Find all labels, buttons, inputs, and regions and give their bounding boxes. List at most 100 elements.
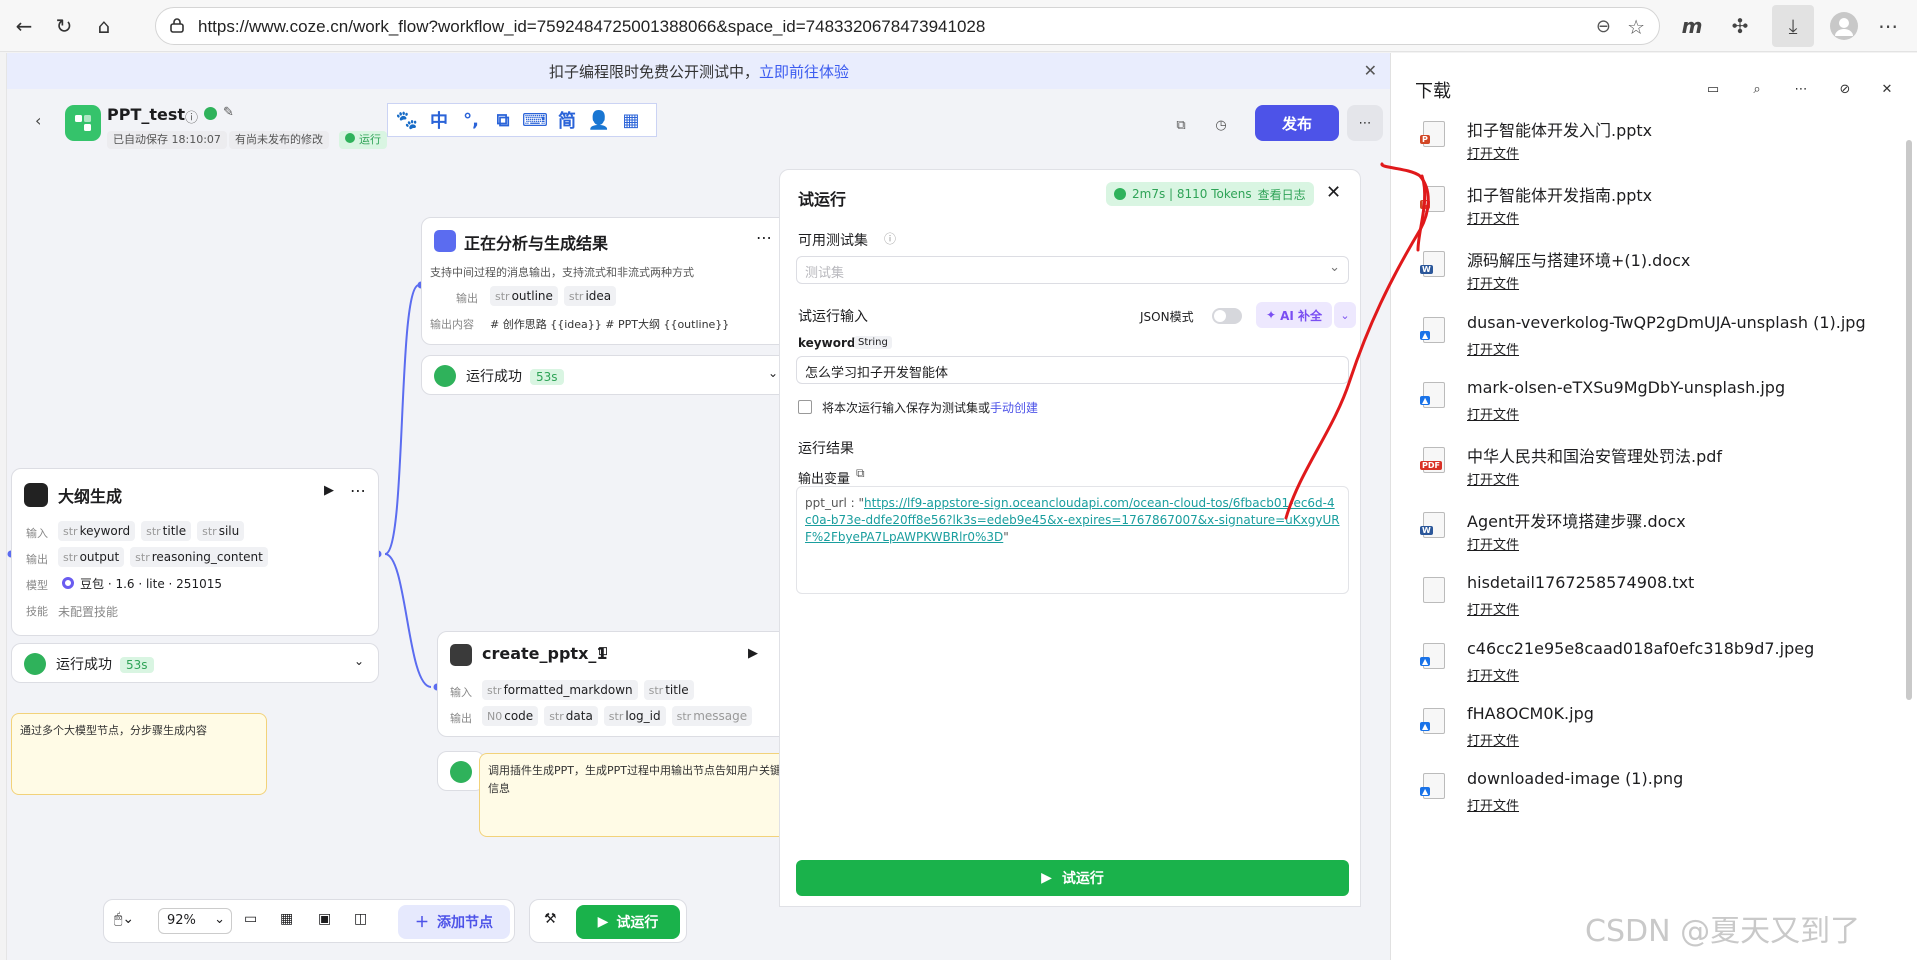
analyze-run-result[interactable]: 运行成功 53s ⌄ [421,355,793,395]
downloads-icon[interactable]: ⤓ [1772,5,1814,47]
open-file-link[interactable]: 打开文件 [1467,143,1519,162]
download-filename[interactable]: fHA8OCM0K.jpg [1467,704,1594,723]
open-file-link[interactable]: 打开文件 [1467,469,1519,488]
download-filename[interactable]: 扣子智能体开发指南.pptx [1467,182,1652,206]
search-icon[interactable]: ⌕ [1741,73,1773,105]
unpin-icon[interactable]: ⊘ [1829,73,1861,105]
node-title: create_pptx_1 [482,644,608,663]
add-node-button[interactable]: ＋添加节点 [398,905,510,939]
output-var: str outline [490,286,558,306]
open-file-link[interactable]: 打开文件 [1467,339,1519,358]
download-filename[interactable]: c46cc21e95e8caad018af0efc318b9d7.jpeg [1467,639,1814,658]
more-icon[interactable]: ⋯ [1785,73,1817,105]
open-file-link[interactable]: 打开文件 [1467,795,1519,814]
chevron-down-icon[interactable]: ⌄ [768,366,778,380]
download-filename[interactable]: 扣子智能体开发入门.pptx [1467,117,1652,141]
open-file-link[interactable]: 打开文件 [1467,730,1519,749]
download-filename[interactable]: mark-olsen-eTXSu9MgDbY-unsplash.jpg [1467,378,1785,397]
downloads-scrollbar[interactable] [1906,140,1912,700]
folder-icon[interactable]: ▭ [1697,73,1729,105]
output-node-icon [434,230,456,252]
browser-toolbar: ← ↻ ⌂ https://www.coze.cn/work_flow?work… [0,0,1917,52]
zoom-out-icon[interactable]: ⊖ [1596,16,1611,37]
open-file-link[interactable]: 打开文件 [1467,404,1519,423]
download-item[interactable]: W 源码解压与搭建环境+(1).docx 打开文件 [1413,247,1893,309]
comment-icon[interactable]: ▭ [244,911,257,927]
open-file-link[interactable]: 打开文件 [1467,534,1519,553]
canvas-run-button[interactable]: ▶ 试运行 [576,905,680,939]
extensions-puzzle-icon[interactable]: ✣ [1724,10,1756,42]
keyword-input[interactable]: 怎么学习扣子开发智能体 [796,356,1349,384]
run-input-label: 试运行输入 [798,309,868,325]
layout-grid-icon[interactable]: ▦ [280,911,293,927]
extension-m-icon[interactable]: m [1676,10,1708,42]
download-filename[interactable]: dusan-veverkolog-TwQP2gDmUJA-unsplash (1… [1467,313,1866,332]
download-item[interactable]: PDF 中华人民共和国治安管理处罚法.pdf 打开文件 [1413,443,1893,505]
success-check-icon [434,365,456,387]
address-bar[interactable]: https://www.coze.cn/work_flow?workflow_i… [155,7,1660,45]
download-item[interactable]: P 扣子智能体开发入门.pptx 打开文件 [1413,117,1893,179]
debug-tool-icon[interactable]: ⚒ [544,911,557,927]
open-file-link[interactable]: 打开文件 [1467,273,1519,292]
run-status: 运行成功 53s [466,366,564,386]
copy-icon[interactable]: ⧉ [856,466,865,481]
chevron-down-icon[interactable]: ⌄ [354,654,364,668]
download-filename[interactable]: 中华人民共和国治安管理处罚法.pdf [1467,443,1722,467]
mouse-mode-icon[interactable]: 🖱⌄ [114,911,134,927]
download-item[interactable]: ▲ fHA8OCM0K.jpg 打开文件 [1413,704,1893,766]
node-create-pptx[interactable]: create_pptx_1 ⊡ ▶ 输入 str formatted_markdo… [437,631,797,737]
manual-create-link[interactable]: 手动创建 [990,401,1038,415]
node-more-icon[interactable]: ⋯ [350,481,366,500]
download-filename[interactable]: Agent开发环境搭建步骤.docx [1467,508,1686,532]
pptx-run-result[interactable] [437,751,485,791]
profile-avatar[interactable] [1828,10,1860,42]
download-item[interactable]: hisdetail1767258574908.txt 打开文件 [1413,573,1893,635]
play-icon[interactable]: ▶ [324,483,334,498]
open-file-link[interactable]: 打开文件 [1467,208,1519,227]
download-filename[interactable]: downloaded-image (1).png [1467,769,1683,788]
open-file-link[interactable]: 打开文件 [1467,665,1519,684]
more-menu-icon[interactable]: ⋯ [1872,10,1904,42]
minimap-icon[interactable]: ◫ [354,911,367,927]
testset-select[interactable]: 测试集 ⌄ [796,256,1349,284]
url-text: https://www.coze.cn/work_flow?workflow_i… [198,17,986,36]
node-analyze[interactable]: 正在分析与生成结果 ⋯ 支持中间过程的消息输出，支持流式和非流式两种方式 输出 … [421,217,793,345]
run-button[interactable]: ▶ 试运行 [796,860,1349,896]
copy-icon[interactable]: ⧉ [1167,111,1195,139]
download-item[interactable]: ▲ mark-olsen-eTXSu9MgDbY-unsplash.jpg 打开文件 [1413,378,1893,440]
close-icon[interactable]: ✕ [1364,61,1377,80]
publish-button[interactable]: 发布 [1255,105,1339,141]
image-icon[interactable]: ▣ [318,911,331,927]
save-testset-text: 将本次运行输入保存为测试集或手动创建 [822,401,1039,415]
download-filename[interactable]: 源码解压与搭建环境+(1).docx [1467,247,1690,271]
output-vars: str outline str idea [490,286,622,306]
panel-title: 试运行 [798,190,847,209]
download-filename[interactable]: hisdetail1767258574908.txt [1467,573,1694,592]
save-testset-checkbox[interactable] [798,400,812,414]
back-icon[interactable]: ← [8,10,40,42]
input-var: str keyword [58,521,136,541]
outline-run-result[interactable]: 运行成功 53s ⌄ [11,643,379,683]
comment-note[interactable]: 通过多个大模型节点，分步骤生成内容 [11,713,267,795]
info-icon[interactable]: ⓘ [884,230,896,247]
history-icon[interactable]: ◷ [1207,111,1235,139]
download-item[interactable]: ▲ downloaded-image (1).png 打开文件 [1413,769,1893,831]
close-icon[interactable]: ✕ [1871,73,1903,105]
home-icon[interactable]: ⌂ [88,10,120,42]
json-mode-toggle[interactable] [1212,308,1242,324]
more-options-icon[interactable]: ⋯ [1347,105,1383,141]
node-outline[interactable]: 大纲生成 ▶ ⋯ 输入 str keyword str title str silu … [11,468,379,636]
workflow-editor: 扣子编程限时免费公开测试中， 立即前往体验 ✕ ‹ PPT_test ⓘ ✎ 已… [6,53,1390,960]
download-item[interactable]: P 扣子智能体开发指南.pptx 打开文件 [1413,182,1893,244]
reload-icon[interactable]: ↻ [48,10,80,42]
node-more-icon[interactable]: ⋯ [756,228,772,247]
zoom-select[interactable]: 92% ⌄ [158,908,232,934]
open-file-link[interactable]: 打开文件 [1467,599,1519,618]
play-icon[interactable]: ▶ [748,646,758,661]
favorite-star-icon[interactable]: ☆ [1627,15,1645,39]
download-item[interactable]: ▲ dusan-veverkolog-TwQP2gDmUJA-unsplash (… [1413,313,1893,375]
ppt-url-link[interactable]: https://lf9-appstore-sign.oceancloudapi.… [805,496,1340,544]
comment-note[interactable]: 调用插件生成PPT，生成PPT过程中用输出节点告知用户关键信息 [479,753,799,837]
download-item[interactable]: ▲ c46cc21e95e8caad018af0efc318b9d7.jpeg 打开… [1413,639,1893,701]
download-item[interactable]: W Agent开发环境搭建步骤.docx 打开文件 [1413,508,1893,570]
